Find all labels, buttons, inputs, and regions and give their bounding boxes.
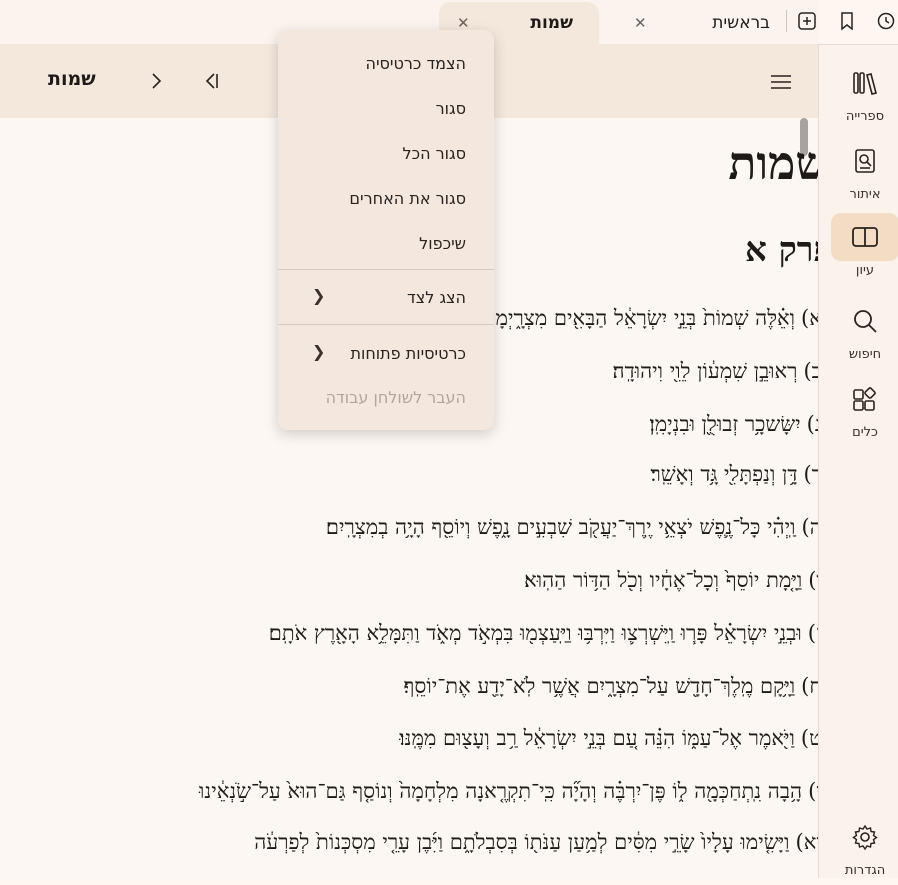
verse: (ד)דָּ֥ן וְנַפְתָּלִ֖י גָּ֥ד וְאָשֵֽׁר׃ [650, 460, 830, 488]
verse: (ג)יִשָּׂשכָ֥ר זְבוּלֻ֖ן וּבִנְיָמִֽן׃ [649, 410, 830, 438]
nav-label: הגדרות [844, 863, 886, 878]
verse-text: וַיֹּ֖אמֶר אֶל־עַמּ֑וֹ הִנֵּ֗ה עַ֚ם בְּנ… [399, 726, 795, 750]
menu-item-pin-tab[interactable]: הצמד כרטיסיה [366, 50, 467, 76]
menu-item-open-tabs[interactable]: כרטיסיות פתוחות [350, 340, 466, 366]
verse: (י)הָ֥בָה נִֽתְחַכְּמָ֖ה ל֑וֹ פֶּן־יִרְב… [199, 777, 830, 805]
menu-item-label: כרטיסיות פתוחות [350, 343, 466, 363]
verse: (יא)וַיָּשִׂ֤ימוּ עָלָיו֙ שָׂרֵ֣י מִסִּ֔… [254, 828, 830, 856]
menu-separator [278, 324, 494, 325]
bookmark-icon[interactable] [834, 8, 860, 34]
chevron-left-icon: ❮ [312, 286, 326, 305]
menu-item-close-all[interactable]: סגור הכל [403, 140, 466, 166]
library-icon [831, 59, 898, 107]
verse: (ב)רְאוּבֵ֣ן שִׁמְע֔וֹן לֵוִ֖י וִיהוּדָֽ… [613, 357, 830, 385]
verse: (ט)וַיֹּ֖אמֶר אֶל־עַמּ֑וֹ הִנֵּ֗ה עַ֚ם ב… [399, 724, 830, 752]
nav-label: כלים [852, 425, 878, 440]
tab-label: שמות [530, 13, 573, 33]
menu-item-label: שיכפול [419, 233, 466, 253]
history-icon[interactable] [873, 8, 898, 34]
chevron-right-icon[interactable] [146, 70, 166, 92]
menu-item-show-side[interactable]: הצג לצד [407, 284, 466, 310]
verse-text: וַיָּשִׂ֤ימוּ עָלָיו֙ שָׂרֵ֣י מִסִּ֔ים ל… [254, 830, 790, 854]
nav-label: חיפוש [848, 347, 882, 362]
verse-text: וּבְנֵ֣י יִשְׂרָאֵ֗ל פָּר֧וּ וַֽיִּשְׁרְ… [268, 621, 802, 645]
menu-item-close[interactable]: סגור [436, 95, 466, 121]
verse-text: וַֽיְהִ֗י כָּל־נֶ֛פֶשׁ יֹצְאֵ֥י יֶֽרֶךְ־… [325, 515, 796, 539]
nav-locate[interactable]: איתור [831, 137, 898, 209]
menu-item-label: סגור [435, 98, 466, 118]
nav-search[interactable]: חיפוש [831, 297, 898, 369]
verse-text: דָּ֥ן וְנַפְתָּלִ֖י גָּ֥ד וְאָשֵֽׁר׃ [650, 462, 798, 486]
tab-label: בראשית [712, 13, 770, 33]
menu-item-duplicate[interactable]: שיכפול [419, 230, 466, 256]
menu-item-label: הצמד כרטיסיה [365, 53, 467, 73]
verse: (ו)וַיָּ֤מָת יוֹסֵף֙ וְכָל־אֶחָ֔יו וְכֹ֖… [524, 566, 830, 594]
last-page-icon[interactable] [200, 70, 222, 92]
divider [786, 10, 787, 32]
verse-text: וַיָּ֥קָם מֶֽלֶךְ־חָדָ֖שׁ עַל־מִצְרָ֑יִם… [403, 674, 796, 698]
menu-separator [278, 269, 494, 270]
nav-rail: ספרייה איתור עיון חיפוש כלים הגדרות [818, 44, 898, 878]
nav-study[interactable]: עיון [831, 213, 898, 285]
nav-tools[interactable]: כלים [831, 375, 898, 447]
menu-item-label: סגור הכל [402, 143, 466, 163]
tab-close-icon[interactable]: ✕ [634, 14, 647, 32]
nav-library[interactable]: ספרייה [831, 59, 898, 131]
verse: (ה)וַֽיְהִ֗י כָּל־נֶ֛פֶשׁ יֹצְאֵ֥י יֶֽרֶ… [326, 513, 830, 541]
nav-label: עיון [855, 263, 875, 278]
menu-item-label: הצג לצד [407, 287, 466, 307]
tab-inactive[interactable]: בראשית ✕ [620, 2, 780, 44]
verse-text: וַיָּ֤מָת יוֹסֵף֙ וְכָל־אֶחָ֔יו וְכֹ֖ל ה… [524, 568, 803, 592]
new-tab-icon[interactable] [794, 8, 820, 34]
search-icon [831, 297, 898, 345]
nav-label: איתור [849, 187, 881, 202]
verse: (ז)וּבְנֵ֣י יִשְׂרָאֵ֗ל פָּר֧וּ וַֽיִּשְ… [269, 619, 830, 647]
tab-context-menu: הצמד כרטיסיה סגור סגור הכל סגור את האחרי… [278, 30, 494, 430]
verse-text: הָ֥בָה נִֽתְחַכְּמָ֖ה ל֑וֹ פֶּן־יִרְבֶּ֗… [199, 779, 803, 803]
locate-icon [831, 137, 898, 185]
verse: (ח)וַיָּ֥קָם מֶֽלֶךְ־חָדָ֖שׁ עַל־מִצְרָ֑… [404, 672, 830, 700]
book-open-icon [831, 213, 898, 261]
nav-settings[interactable]: הגדרות [831, 813, 898, 885]
chevron-left-icon: ❮ [312, 342, 326, 361]
menu-item-label: העבר לשולחן עבודה [325, 387, 466, 407]
book-title: שמות [728, 136, 828, 190]
tools-icon [831, 375, 898, 423]
menu-item-move-to-desktop: העבר לשולחן עבודה [326, 384, 466, 410]
menu-item-close-others[interactable]: סגור את האחרים [349, 185, 466, 211]
nav-label: ספרייה [845, 109, 885, 124]
toolbar-title: שמות [48, 68, 96, 90]
menu-icon[interactable] [768, 72, 794, 92]
verse-text: רְאוּבֵ֣ן שִׁמְע֔וֹן לֵוִ֖י וִיהוּדָֽה׃ [612, 359, 798, 383]
gear-icon [831, 813, 898, 861]
verse-text: יִשָּׂשכָ֥ר זְבוּלֻ֖ן וּבִנְיָמִֽן׃ [649, 412, 801, 436]
menu-item-label: סגור את האחרים [349, 188, 466, 208]
